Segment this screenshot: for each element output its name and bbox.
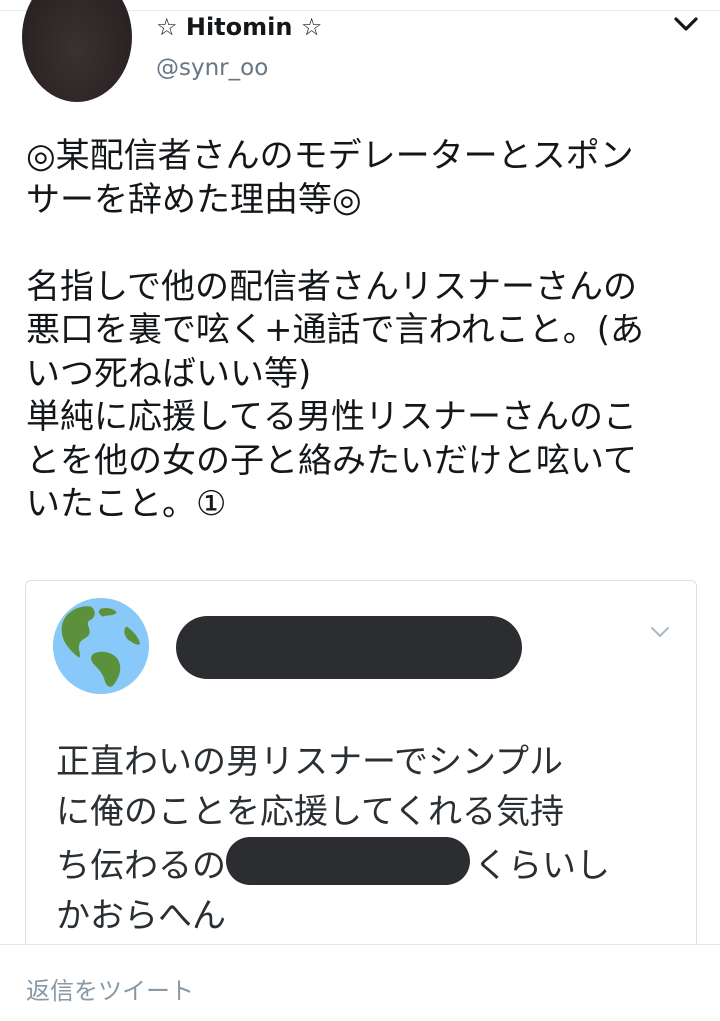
quote-line: ち伝わるの くらいし: [56, 837, 686, 891]
redacted-name: [176, 616, 522, 679]
tweet-line: いつ死ねばいい等): [26, 353, 312, 394]
tweet-line: 悪口を裏で呟く+通話で言われこと。(あ: [26, 310, 645, 350]
tweet-blank-line: [26, 222, 706, 266]
quoted-tweet-text: 正直わいの男リスナーでシンプル に俺のことを応援してくれる気持 ち伝わるの くらい…: [56, 737, 686, 941]
user-handle[interactable]: @synr_oo: [156, 53, 268, 83]
tweet-line: 名指しで他の配信者さんリスナーさんの: [26, 266, 637, 307]
quote-line: 正直わいの男リスナーでシンプル: [56, 742, 563, 782]
chevron-down-icon[interactable]: [672, 14, 700, 36]
chevron-down-icon[interactable]: [649, 625, 671, 639]
globe-icon[interactable]: [52, 597, 150, 695]
tweet-line: いたこと。①: [26, 484, 227, 524]
quote-line-end: くらいし: [474, 846, 610, 886]
quote-line: かおらへん: [56, 896, 226, 936]
tweet-line: ◎某配信者さんのモデレーターとスポン: [26, 136, 634, 176]
avatar[interactable]: [22, 0, 132, 102]
quote-line-start: ち伝わるの: [56, 846, 226, 886]
reply-bar[interactable]: 返信をツイート: [0, 944, 720, 1021]
tweet-line: サーを辞めた理由等◎: [26, 179, 362, 220]
quote-line: に俺のことを応援してくれる気持: [56, 792, 564, 832]
redacted-text: [226, 837, 470, 885]
tweet-text: ◎某配信者さんのモデレーターとスポン サーを辞めた理由等◎ 名指しで他の配信者さ…: [26, 135, 706, 527]
display-name[interactable]: ☆ Hitomin ☆: [156, 11, 322, 43]
tweet-line: 単純に応援してる男性リスナーさんのこ: [26, 397, 637, 437]
reply-input-placeholder[interactable]: 返信をツイート: [26, 975, 194, 1007]
tweet-line: とを他の女の子と絡みたいだけと呟いて: [26, 440, 637, 481]
